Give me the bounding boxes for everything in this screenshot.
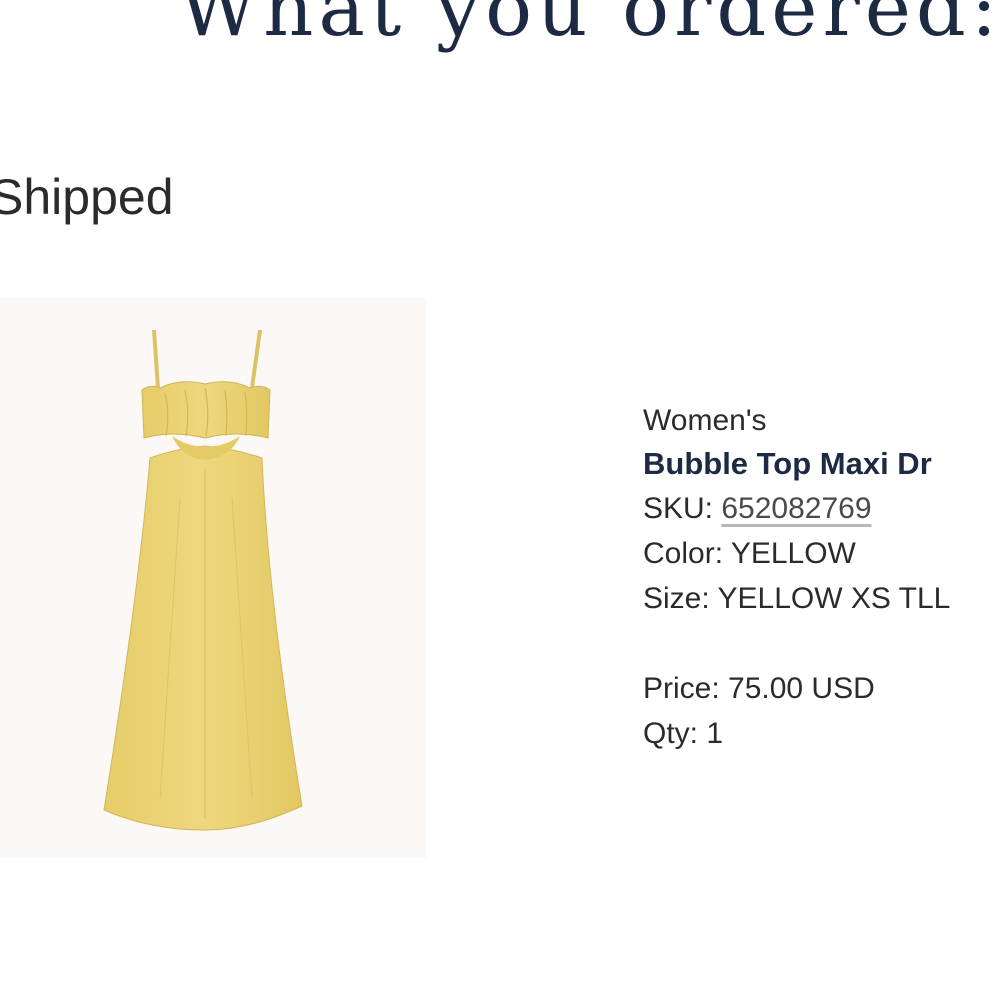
sku-row: SKU: 652082769 — [643, 486, 1000, 531]
sku-label: SKU: — [643, 492, 722, 525]
item-size: Size: YELLOW XS TLL — [643, 582, 951, 615]
sku-link[interactable]: 652082769 — [721, 492, 871, 525]
item-category: Women's — [643, 404, 767, 437]
item-quantity: Qty: 1 — [643, 717, 724, 750]
item-details: Women's Bubble Top Maxi Dr SKU: 65208276… — [643, 401, 1000, 756]
details-spacer — [643, 621, 1000, 666]
item-price: Price: 75.00 USD — [643, 672, 875, 705]
page-title: What you ordered: — [178, 0, 1000, 54]
shipment-status: Shipped — [0, 169, 174, 225]
item-name[interactable]: Bubble Top Maxi Dr — [643, 441, 1000, 486]
order-page: What you ordered: Shipped Women's Bubble… — [0, 0, 1000, 1000]
item-color: Color: YELLOW — [643, 537, 856, 570]
dress-image — [0, 298, 426, 858]
product-image[interactable] — [0, 298, 426, 858]
